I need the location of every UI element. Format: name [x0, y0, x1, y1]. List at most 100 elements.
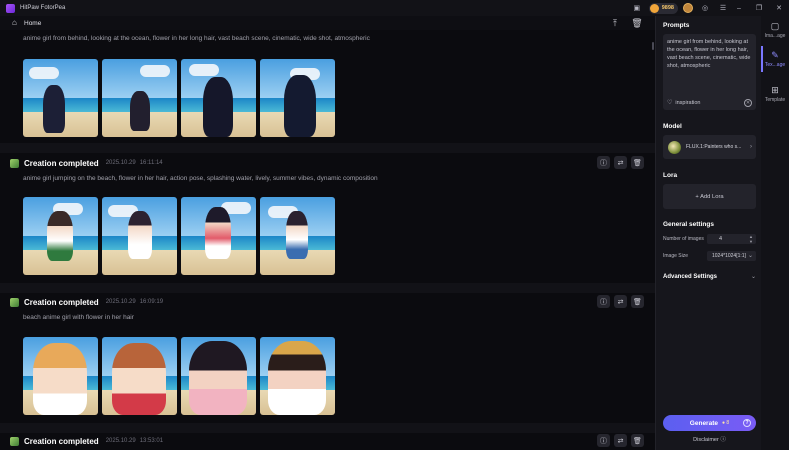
disclaimer-link[interactable]: Disclaimer ⓘ: [663, 435, 756, 443]
generated-image[interactable]: [102, 337, 177, 415]
info-icon[interactable]: ⓘ: [597, 295, 610, 308]
avatar[interactable]: [683, 3, 693, 13]
generated-image[interactable]: [181, 197, 256, 275]
section-divider: [0, 423, 655, 433]
generate-button[interactable]: Generate ● 8 ?: [663, 415, 756, 431]
section-divider: [0, 283, 655, 293]
section-actions: ⓘ ⇄ 🗑: [593, 295, 644, 308]
app-title: HitPaw FotorPea: [20, 5, 66, 11]
creation-section: Creation completed 2025.10.29 16:11:14 ⓘ…: [0, 153, 655, 283]
close-icon[interactable]: ✕: [769, 0, 789, 16]
image-size-value: 1024*1024[1:1]: [712, 253, 746, 259]
prompt-input[interactable]: anime girl from behind, looking at the o…: [663, 34, 756, 110]
prompt-text: anime girl jumping on the beach, flower …: [23, 175, 378, 182]
creation-avatar: [10, 436, 19, 446]
creation-time: 13:53:01: [139, 438, 164, 444]
title-bar-controls: ▣ 9898 ◎ ☰ – ❐ ✕: [625, 0, 789, 16]
generated-image[interactable]: [260, 197, 335, 275]
settings-panel: Prompts anime girl from behind, looking …: [655, 16, 761, 450]
delete-icon[interactable]: 🗑: [631, 434, 644, 447]
template-icon: ⊞: [771, 85, 779, 95]
coin-balance[interactable]: 9898: [648, 2, 678, 14]
delete-icon[interactable]: 🗑: [631, 156, 644, 169]
generated-image[interactable]: [23, 59, 98, 137]
creation-date: 2025.10.29: [105, 160, 136, 166]
image-size-label: Image Size: [663, 253, 689, 259]
image-grid: [23, 59, 339, 137]
regenerate-icon[interactable]: ⇄: [614, 295, 627, 308]
image-grid: [23, 337, 339, 415]
stepper-arrows-icon[interactable]: ▲ ▼: [749, 234, 753, 244]
feed-actions: ⤒ 🗑: [599, 17, 643, 29]
image-size-select[interactable]: 1024*1024[1:1] ⌄: [707, 251, 756, 261]
lightbulb-icon: ♡: [667, 100, 673, 106]
status-title: Creation completed: [24, 158, 99, 168]
rail-item-template[interactable]: ⊞ Template: [761, 82, 789, 108]
scroll-top-icon[interactable]: ⤒: [609, 17, 621, 29]
rail-item-label: Template: [764, 97, 786, 103]
chevron-down-icon: ⌄: [750, 274, 756, 280]
rail-item-image-to-image[interactable]: ▢ Ima...age: [761, 18, 789, 44]
model-selector[interactable]: FLUX.1:Painters who s... ›: [663, 135, 756, 159]
generated-image[interactable]: [23, 337, 98, 415]
chevron-down-icon: ⌄: [747, 253, 753, 259]
inspiration-label: inspiration: [675, 99, 701, 106]
creation-feed[interactable]: anime girl from behind, looking at the o…: [0, 30, 655, 450]
section-header: Creation completed 2025.10.29 13:53:01: [10, 435, 163, 447]
prompt-value[interactable]: anime girl from behind, looking at the o…: [667, 38, 753, 70]
home-icon[interactable]: ⌂: [12, 19, 20, 27]
section-actions: ⓘ ⇄ 🗑: [593, 434, 644, 447]
generated-image[interactable]: [102, 197, 177, 275]
chevron-right-icon: ›: [750, 144, 752, 150]
home-link[interactable]: Home: [24, 20, 41, 27]
image-grid: [23, 197, 339, 275]
model-name: FLUX.1:Painters who s...: [686, 144, 742, 150]
prompts-label: Prompts: [663, 22, 690, 29]
image-to-image-icon: ▢: [770, 21, 780, 31]
generated-image[interactable]: [260, 337, 335, 415]
add-lora-button[interactable]: + Add Lora: [663, 184, 756, 209]
rail-item-text-to-image[interactable]: ✎ Tex...age: [761, 47, 789, 73]
model-label: Model: [663, 123, 682, 130]
feed-scrollbar[interactable]: [652, 42, 654, 50]
delete-icon[interactable]: 🗑: [631, 295, 644, 308]
creation-avatar: [10, 158, 19, 168]
inspiration-button[interactable]: ♡ inspiration: [667, 99, 701, 107]
minimize-icon[interactable]: –: [729, 0, 749, 16]
trash-icon[interactable]: 🗑: [631, 17, 643, 29]
image-size-row: Image Size 1024*1024[1:1] ⌄: [663, 251, 756, 261]
advanced-settings-toggle[interactable]: Advanced Settings ⌄: [663, 273, 756, 281]
regenerate-icon[interactable]: ⇄: [614, 156, 627, 169]
section-divider: [0, 143, 655, 153]
info-icon[interactable]: ⓘ: [597, 156, 610, 169]
help-icon[interactable]: ◎: [699, 2, 711, 14]
generated-image[interactable]: [102, 59, 177, 137]
model-thumbnail: [668, 140, 681, 154]
info-icon[interactable]: ⓘ: [597, 434, 610, 447]
menu-icon[interactable]: ☰: [717, 2, 729, 14]
gift-icon[interactable]: ▣: [631, 2, 643, 14]
app-logo: [6, 3, 15, 13]
number-of-images-row: Number of images 4 ▲ ▼: [663, 234, 756, 244]
status-title: Creation completed: [24, 436, 99, 446]
title-bar: HitPaw FotorPea ▣ 9898 ◎ ☰ – ❐ ✕: [0, 0, 789, 16]
creation-section: Creation completed 2025.10.29 13:53:01 ⓘ…: [0, 433, 655, 450]
prompt-text: anime girl from behind, looking at the o…: [23, 35, 370, 42]
info-icon[interactable]: ?: [743, 419, 751, 427]
generate-cost-value: 8: [726, 420, 730, 426]
number-of-images-stepper[interactable]: 4 ▲ ▼: [707, 234, 756, 244]
regenerate-icon[interactable]: ⇄: [614, 434, 627, 447]
creation-time: 16:11:14: [139, 160, 163, 166]
generated-image[interactable]: [181, 59, 256, 137]
generated-image[interactable]: [23, 197, 98, 275]
lora-label: Lora: [663, 172, 678, 179]
maximize-icon[interactable]: ❐: [749, 0, 769, 16]
tool-rail: ▢ Ima...age ✎ Tex...age ⊞ Template: [761, 16, 789, 450]
clear-icon[interactable]: ✕: [744, 99, 752, 107]
creation-time: 16:09:19: [139, 299, 164, 305]
generated-image[interactable]: [260, 59, 335, 137]
generated-image[interactable]: [181, 337, 256, 415]
prompt-text: beach anime girl with flower in her hair: [23, 314, 134, 321]
creation-section: anime girl from behind, looking at the o…: [0, 30, 655, 143]
generate-cost: ● 8: [721, 420, 730, 426]
